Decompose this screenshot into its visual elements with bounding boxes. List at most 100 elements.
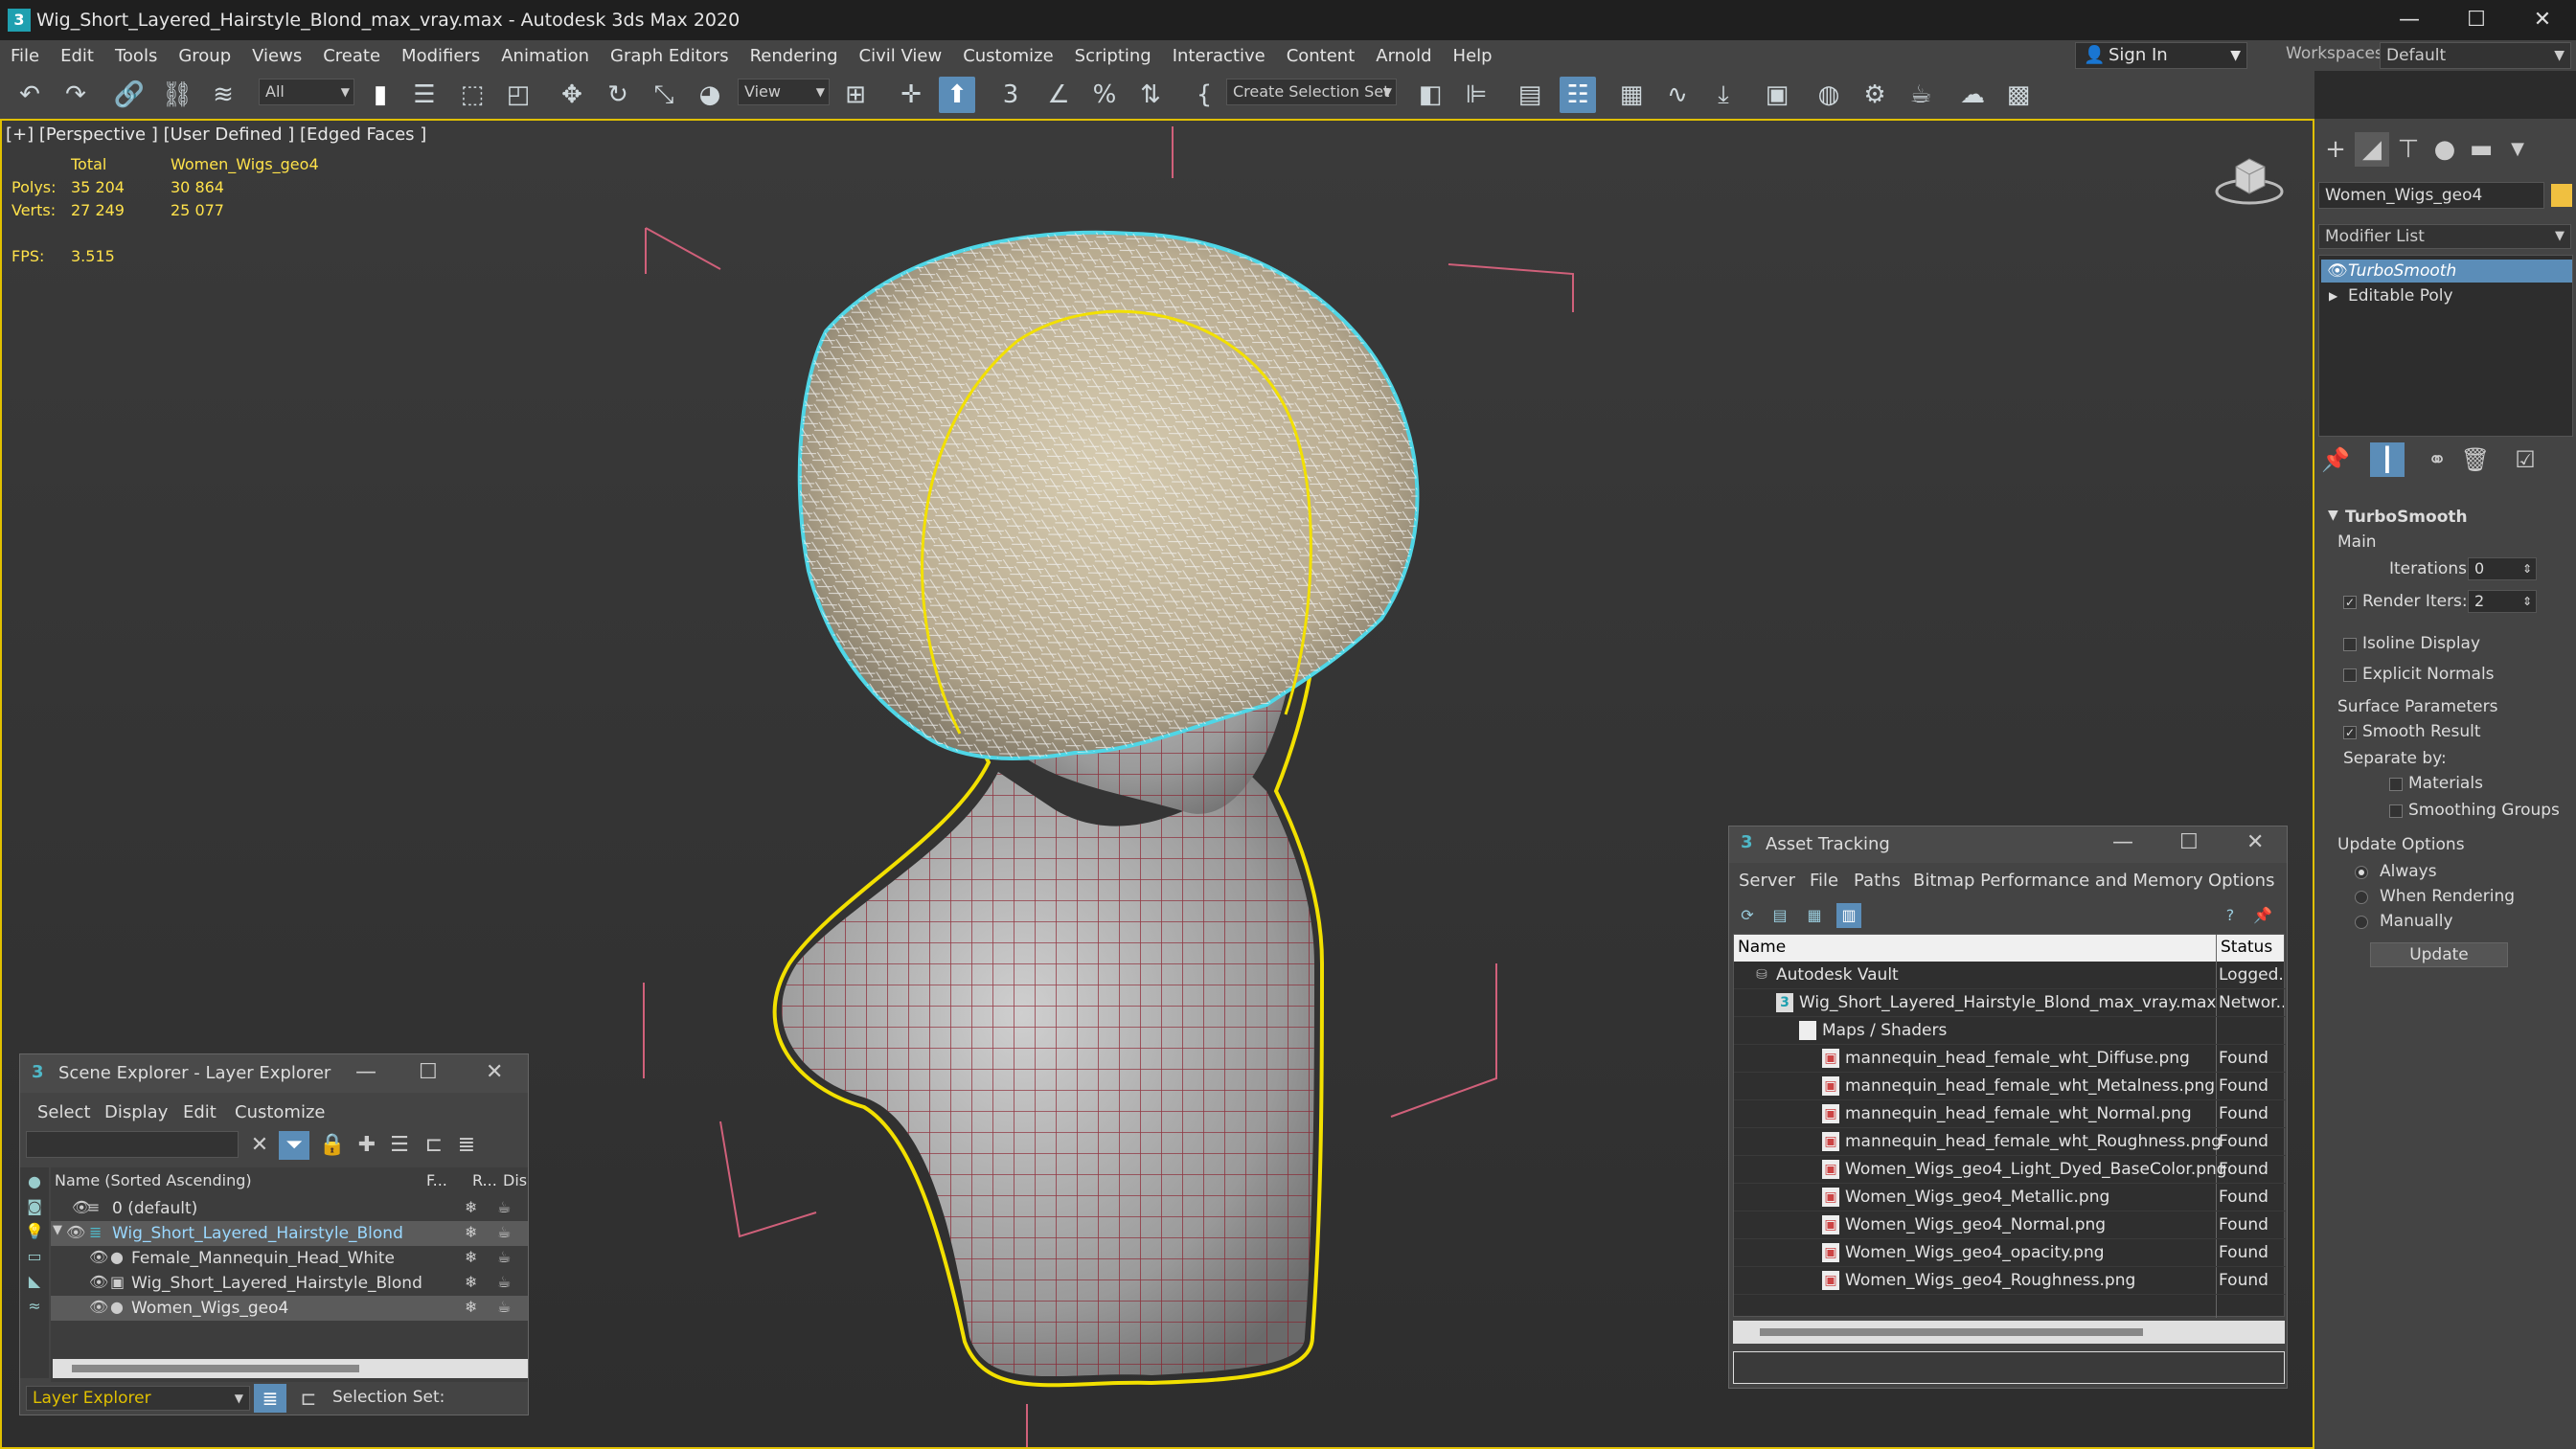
menu-rendering[interactable]: Rendering xyxy=(740,46,849,66)
table-view-icon[interactable]: ▥ xyxy=(1836,903,1861,928)
pin-stack-icon[interactable]: 📌 xyxy=(2318,442,2353,477)
thumbnail-view-icon[interactable]: ▦ xyxy=(1802,903,1827,928)
bind-space-warp-icon[interactable]: ≋ xyxy=(205,77,241,113)
menu-edit[interactable]: Edit xyxy=(50,46,104,66)
asset-tracking-titlebar[interactable]: 3 Asset Tracking — ☐ ✕ xyxy=(1729,826,2287,863)
when-rendering-radio[interactable] xyxy=(2355,891,2368,904)
rendered-frame-icon[interactable]: ☕ xyxy=(1903,77,1939,113)
eye-icon[interactable]: 👁 xyxy=(89,1298,108,1316)
asset-row[interactable]: 3 Wig_Short_Layered_Hairstyle_Blond_max_… xyxy=(1734,989,2286,1017)
menu-modifiers[interactable]: Modifiers xyxy=(391,46,490,66)
object-name-field[interactable]: Women_Wigs_geo4 xyxy=(2318,182,2544,209)
select-object-icon[interactable]: ▮ xyxy=(362,77,399,113)
horizontal-scrollbar[interactable] xyxy=(1733,1321,2285,1344)
make-unique-icon[interactable]: ⚭ xyxy=(2420,442,2454,477)
modify-tab-icon[interactable]: ◢ xyxy=(2355,132,2389,167)
asset-row[interactable]: ▣ Women_Wigs_geo4_Metallic.png Found xyxy=(1734,1184,2286,1211)
maximize-button[interactable]: ☐ xyxy=(2443,0,2510,40)
menu-file[interactable]: File xyxy=(0,46,50,66)
asset-row[interactable]: ▣ mannequin_head_female_wht_Metalness.pn… xyxy=(1734,1073,2286,1100)
eye-icon[interactable]: 👁 xyxy=(66,1223,85,1241)
maximize-button[interactable]: ☐ xyxy=(419,1060,438,1084)
render-teapot-icon[interactable]: ☕ xyxy=(497,1198,511,1216)
close-button[interactable]: ✕ xyxy=(2509,0,2576,40)
menu-display[interactable]: Display xyxy=(104,1102,168,1122)
display-helpers-icon[interactable]: ◣ xyxy=(24,1271,45,1292)
eye-icon[interactable]: 👁 xyxy=(89,1273,108,1291)
utilities-tab-icon[interactable]: ▼ xyxy=(2500,132,2535,167)
expand-arrow-icon[interactable]: ▶ xyxy=(2329,284,2337,307)
hierarchy-tab-icon[interactable]: ⊤ xyxy=(2391,132,2426,167)
scale-icon[interactable]: ⤡ xyxy=(646,77,682,113)
menu-content[interactable]: Content xyxy=(1276,46,1366,66)
rollout-collapse-icon[interactable]: ▼ xyxy=(2328,508,2338,523)
menu-graph-editors[interactable]: Graph Editors xyxy=(600,46,740,66)
smoothing-groups-checkbox[interactable] xyxy=(2389,804,2403,818)
create-tab-icon[interactable]: + xyxy=(2318,132,2353,167)
align-icon[interactable]: ⊫ xyxy=(1458,77,1494,113)
minimize-button[interactable]: — xyxy=(355,1060,376,1084)
rollout-title[interactable]: TurboSmooth xyxy=(2345,508,2468,527)
render-iters-checkbox[interactable]: ✓ xyxy=(2343,596,2357,609)
horizontal-scrollbar[interactable] xyxy=(53,1359,528,1378)
menu-server[interactable]: Server xyxy=(1739,871,1795,891)
isoline-display-checkbox[interactable] xyxy=(2343,638,2357,651)
close-button[interactable]: ✕ xyxy=(2246,830,2264,854)
window-crossing-icon[interactable]: ◰ xyxy=(500,77,536,113)
column-name-header[interactable]: Name xyxy=(1738,938,1786,957)
render-teapot-icon[interactable]: ☕ xyxy=(497,1298,511,1316)
eye-icon[interactable]: 👁 xyxy=(2327,260,2348,283)
rotate-icon[interactable]: ↻ xyxy=(600,77,636,113)
clear-search-icon[interactable]: ✕ xyxy=(244,1131,275,1160)
column-display-header[interactable]: Dis xyxy=(503,1171,527,1189)
snap-icon[interactable]: 3 xyxy=(992,77,1029,113)
scene-explorer-icon[interactable]: ▤ xyxy=(1512,77,1548,113)
menu-help[interactable]: Help xyxy=(1443,46,1503,66)
layer-stack-icon[interactable]: ≣ xyxy=(254,1384,286,1413)
display-tab-icon[interactable]: ▬ xyxy=(2464,132,2498,167)
asset-row[interactable]: ▣ mannequin_head_female_wht_Roughness.pn… xyxy=(1734,1128,2286,1156)
manually-radio[interactable] xyxy=(2355,916,2368,929)
freeze-icon[interactable]: ❄ xyxy=(465,1273,477,1291)
render-setup-icon[interactable]: ⚙ xyxy=(1857,77,1893,113)
rectangle-selection-icon[interactable]: ⬚ xyxy=(454,77,490,113)
render-teapot-icon[interactable]: ☕ xyxy=(497,1223,511,1241)
lock-icon[interactable]: 🔒 xyxy=(317,1131,348,1160)
tree-row[interactable]: 👁 ● Female_Mannequin_Head_White ❄ ☕ xyxy=(51,1246,528,1271)
column-freeze-header[interactable]: F... xyxy=(426,1171,447,1189)
menu-options[interactable]: Options xyxy=(2208,871,2274,891)
select-manipulate-icon[interactable]: ✛ xyxy=(893,77,929,113)
menu-tools[interactable]: Tools xyxy=(104,46,168,66)
layer-stack-icon[interactable]: ≣ xyxy=(451,1131,482,1160)
menu-create[interactable]: Create xyxy=(312,46,391,66)
filter-icon[interactable]: ⏷ xyxy=(279,1131,309,1160)
menu-customize[interactable]: Customize xyxy=(235,1102,325,1122)
asset-row[interactable]: ▣ Women_Wigs_geo4_Light_Dyed_BaseColor.p… xyxy=(1734,1156,2286,1184)
close-button[interactable]: ✕ xyxy=(486,1060,503,1084)
asset-row[interactable]: Maps / Shaders xyxy=(1734,1017,2286,1045)
render-teapot-icon[interactable]: ☕ xyxy=(497,1248,511,1266)
spinner-arrows-icon[interactable]: ⇕ xyxy=(2522,591,2532,612)
always-radio[interactable] xyxy=(2355,866,2368,879)
tree-row[interactable]: ▼ 👁 ≣ Wig_Short_Layered_Hairstyle_Blond … xyxy=(51,1221,528,1246)
layers-icon[interactable]: ☰ xyxy=(384,1131,415,1160)
menu-scripting[interactable]: Scripting xyxy=(1064,46,1162,66)
show-end-result-icon[interactable]: ┃ xyxy=(2370,442,2405,477)
selection-filter-dropdown[interactable]: All ▼ xyxy=(259,79,354,105)
tree-row[interactable]: 👁 ≡ 0 (default) ❄ ☕ xyxy=(51,1196,528,1221)
configure-modifier-sets-icon[interactable]: ☑ xyxy=(2508,442,2542,477)
dope-sheet-icon[interactable]: ⤓ xyxy=(1705,77,1742,113)
scene-search-input[interactable] xyxy=(26,1131,239,1158)
scene-explorer-titlebar[interactable]: 3 Scene Explorer - Layer Explorer — ☐ ✕ xyxy=(20,1054,528,1093)
display-geometry-icon[interactable]: ◙ xyxy=(24,1196,45,1217)
select-by-name-icon[interactable]: ☰ xyxy=(406,77,443,113)
menu-views[interactable]: Views xyxy=(241,46,312,66)
material-editor-icon[interactable]: ◍ xyxy=(1811,77,1847,113)
eye-icon[interactable]: 👁 xyxy=(89,1248,108,1266)
percent-snap-icon[interactable]: % xyxy=(1086,77,1123,113)
menu-paths[interactable]: Paths xyxy=(1854,871,1901,891)
motion-tab-icon[interactable]: ● xyxy=(2428,132,2462,167)
tree-row[interactable]: 👁 ● Women_Wigs_geo4 ❄ ☕ xyxy=(51,1296,528,1321)
freeze-icon[interactable]: ❄ xyxy=(465,1223,477,1241)
menu-edit[interactable]: Edit xyxy=(183,1102,217,1122)
